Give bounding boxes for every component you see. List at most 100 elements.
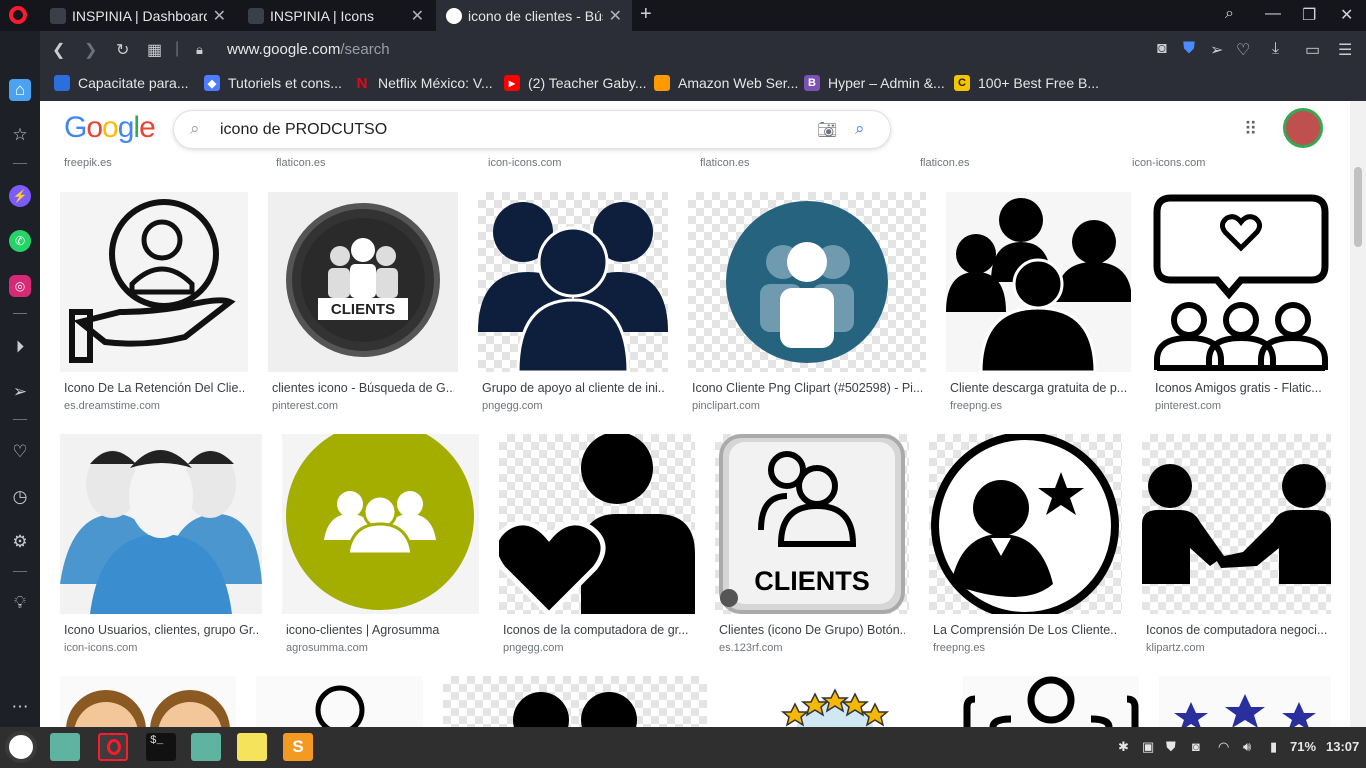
more-icon[interactable]: ⋯: [9, 696, 31, 718]
result-source[interactable]: flaticon.es: [700, 157, 750, 169]
minimize-button[interactable]: —: [1265, 5, 1281, 23]
menu-icon[interactable]: ☰: [1338, 40, 1352, 60]
send-icon[interactable]: ➢: [1210, 40, 1223, 60]
result-source[interactable]: icon-icons.com: [488, 157, 561, 169]
forward-button[interactable]: ❯: [84, 40, 97, 60]
result-thumbnail[interactable]: [60, 192, 248, 372]
messenger-icon[interactable]: ⚡: [9, 185, 31, 207]
bookmark-item[interactable]: ◆ Tutoriels et cons...: [204, 75, 342, 91]
camera-icon[interactable]: ◙: [1157, 40, 1167, 58]
image-result[interactable]: La Comprensión De Los Cliente... freepng…: [929, 434, 1122, 664]
back-button[interactable]: ❮: [52, 40, 65, 60]
bookmark-item[interactable]: N Netflix México: V...: [354, 75, 493, 92]
file-manager-icon[interactable]: [50, 733, 80, 761]
camera-search-icon[interactable]: 📷︎: [817, 120, 837, 140]
scrollbar-thumb[interactable]: [1354, 167, 1362, 247]
result-caption[interactable]: Iconos de la computadora de gr...: [503, 623, 691, 637]
result-thumbnail[interactable]: [1151, 192, 1331, 372]
result-source[interactable]: pngegg.com: [482, 400, 543, 412]
url-field[interactable]: www.google.com/search: [227, 41, 390, 58]
result-thumbnail[interactable]: [1142, 434, 1331, 614]
result-source[interactable]: flaticon.es: [276, 157, 326, 169]
close-tab-icon[interactable]: ✕: [411, 6, 424, 26]
result-caption[interactable]: Iconos Amigos gratis - Flatic...: [1155, 381, 1327, 395]
bookmark-item[interactable]: Capacitate para...: [54, 75, 189, 91]
image-result[interactable]: [256, 676, 423, 727]
bookmark-item[interactable]: Amazon Web Ser...: [654, 75, 798, 91]
image-result[interactable]: Icono Usuarios, clientes, grupo Gr... ic…: [60, 434, 262, 664]
result-source[interactable]: es.dreamstime.com: [64, 400, 160, 412]
whatsapp-icon[interactable]: ✆: [9, 230, 31, 252]
search-submit-icon[interactable]: ⌕: [855, 119, 865, 139]
notes-icon[interactable]: [237, 733, 267, 761]
avatar[interactable]: [1283, 108, 1323, 148]
result-source[interactable]: icon-icons.com: [64, 642, 137, 654]
send-icon[interactable]: ➢: [9, 381, 31, 403]
result-caption[interactable]: Iconos de computadora negoci...: [1146, 623, 1327, 637]
result-source[interactable]: freepng.es: [950, 400, 1002, 412]
opera-taskbar-icon[interactable]: [98, 733, 128, 761]
bookmark-item[interactable]: ▶ (2) Teacher Gaby...: [504, 75, 647, 91]
google-logo[interactable]: Google: [64, 111, 156, 145]
image-result[interactable]: [443, 676, 707, 727]
result-caption[interactable]: Icono Cliente Png Clipart (#502598) - Pi…: [692, 381, 922, 395]
result-caption[interactable]: La Comprensión De Los Cliente...: [933, 623, 1118, 637]
result-caption[interactable]: Grupo de apoyo al cliente de ini...: [482, 381, 664, 395]
shield-icon[interactable]: ⛊: [1166, 739, 1176, 755]
tab-icons[interactable]: INSPINIA | Icons ✕: [238, 0, 434, 31]
search-tabs-icon[interactable]: ⌕: [1225, 5, 1234, 23]
image-result[interactable]: Grupo de apoyo al cliente de ini... pnge…: [478, 192, 668, 422]
page-scrollbar[interactable]: [1350, 101, 1366, 727]
result-source[interactable]: agrosumma.com: [286, 642, 368, 654]
folder-icon[interactable]: [191, 733, 221, 761]
result-caption[interactable]: Icono De La Retención Del Clie...: [64, 381, 244, 395]
settings-icon[interactable]: ⚙: [9, 531, 31, 553]
battery-saver-icon[interactable]: ▭: [1305, 40, 1320, 60]
home-icon[interactable]: ⌂: [9, 79, 31, 101]
result-thumbnail[interactable]: [688, 192, 926, 372]
image-result[interactable]: [963, 676, 1139, 727]
result-thumbnail[interactable]: [478, 192, 668, 372]
screen-icon[interactable]: ◙: [1192, 739, 1200, 754]
battery-icon[interactable]: ▮: [1270, 739, 1277, 755]
result-thumbnail[interactable]: [929, 434, 1122, 614]
close-tab-icon[interactable]: ✕: [213, 6, 226, 26]
tab-dashboard[interactable]: INSPINIA | Dashboard ✕: [40, 0, 236, 31]
new-tab-button[interactable]: +: [640, 3, 652, 26]
close-tab-icon[interactable]: ✕: [609, 6, 622, 26]
image-result[interactable]: [727, 676, 943, 727]
result-source[interactable]: klipartz.com: [1146, 642, 1205, 654]
image-result[interactable]: Icono De La Retención Del Clie... es.dre…: [60, 192, 248, 422]
bookmark-item[interactable]: C 100+ Best Free B...: [954, 75, 1099, 91]
image-result[interactable]: Iconos de la computadora de gr... pngegg…: [499, 434, 695, 664]
heart-icon[interactable]: ♡: [9, 441, 31, 463]
terminal-icon[interactable]: $_: [146, 733, 176, 761]
result-thumbnail[interactable]: CLIENTS: [268, 192, 458, 372]
sublime-text-icon[interactable]: S: [283, 733, 313, 761]
star-icon[interactable]: ☆: [9, 124, 31, 146]
result-thumbnail[interactable]: [499, 434, 695, 614]
result-source[interactable]: freepik.es: [64, 157, 112, 169]
bookmark-item[interactable]: B Hyper – Admin &...: [804, 75, 945, 91]
lightbulb-icon[interactable]: 💡︎: [9, 592, 31, 614]
download-icon[interactable]: ⤓: [1272, 40, 1279, 58]
image-result[interactable]: [1159, 676, 1331, 727]
reload-button[interactable]: ↻: [116, 40, 129, 60]
heart-icon[interactable]: ♡: [1236, 40, 1250, 60]
result-caption[interactable]: Clientes (icono De Grupo) Botón...: [719, 623, 905, 637]
mint-menu-icon[interactable]: [5, 731, 37, 763]
opera-menu-icon[interactable]: [9, 6, 27, 24]
player-icon[interactable]: ⏵: [9, 336, 31, 358]
result-source[interactable]: es.123rf.com: [719, 642, 783, 654]
clock[interactable]: 13:07: [1326, 739, 1359, 754]
result-thumbnail[interactable]: [282, 434, 479, 614]
image-result[interactable]: icono-clientes | Agrosumma agrosumma.com: [282, 434, 479, 664]
result-caption[interactable]: Cliente descarga gratuita de p...: [950, 381, 1127, 395]
result-source[interactable]: pinclipart.com: [692, 400, 760, 412]
maximize-button[interactable]: ❐: [1302, 5, 1316, 25]
result-thumbnail[interactable]: [60, 434, 262, 614]
image-result[interactable]: CLIENTS clientes icono - Búsqueda de G..…: [268, 192, 458, 422]
image-result[interactable]: Icono Cliente Png Clipart (#502598) - Pi…: [688, 192, 926, 422]
shield-icon[interactable]: ⛊: [1183, 40, 1195, 58]
image-result[interactable]: Cliente descarga gratuita de p... freepn…: [946, 192, 1131, 422]
